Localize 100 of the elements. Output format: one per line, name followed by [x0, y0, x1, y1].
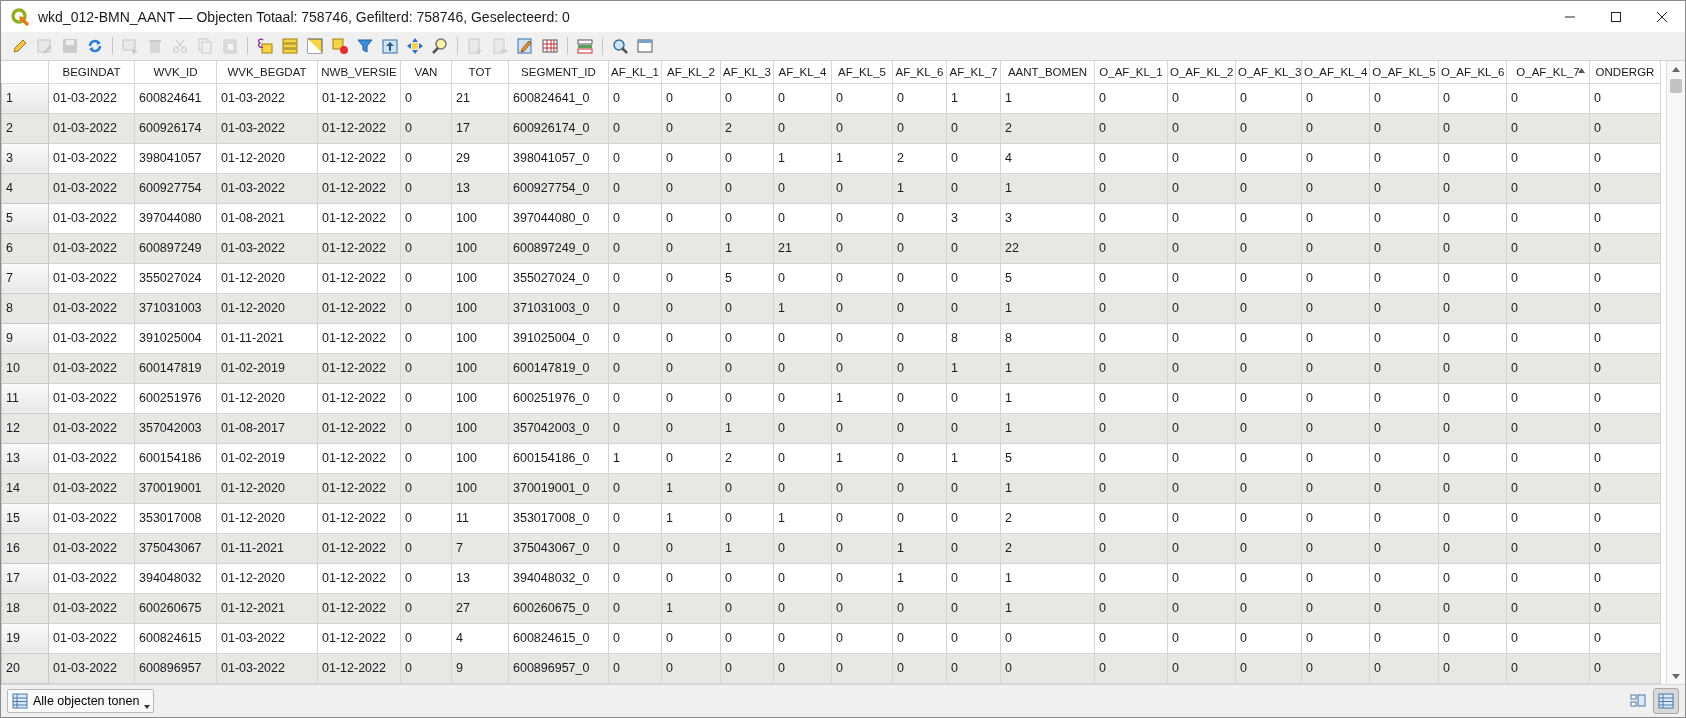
stacked-bars-button[interactable] [279, 35, 301, 57]
table-cell: 0 [1438, 563, 1507, 593]
table-cell: 0 [1589, 443, 1661, 473]
column-header[interactable]: AF_KL_5 [831, 61, 893, 83]
table-cell: 100 [451, 383, 509, 413]
row-header[interactable]: 2 [1, 113, 49, 143]
column-header[interactable]: ONDERGR [1589, 61, 1661, 83]
table-cell: 1 [1000, 83, 1095, 113]
column-header[interactable]: AF_KL_2 [661, 61, 721, 83]
table-cell: 100 [451, 233, 509, 263]
scroll-up-icon[interactable] [1672, 66, 1680, 72]
table-cell: 1 [1000, 173, 1095, 203]
table-cell: 01-03-2022 [216, 233, 318, 263]
row-header[interactable]: 7 [1, 263, 49, 293]
table-cell: 1 [892, 173, 947, 203]
column-header[interactable]: AF_KL_4 [773, 61, 832, 83]
column-header[interactable]: AF_KL_6 [892, 61, 947, 83]
table-cell: 100 [451, 263, 509, 293]
table-cell: 0 [608, 143, 662, 173]
table-cell: 0 [608, 203, 662, 233]
row-header[interactable]: 17 [1, 563, 49, 593]
table-cell: 0 [1235, 173, 1302, 203]
row-header[interactable]: 8 [1, 293, 49, 323]
column-header[interactable]: VAN [400, 61, 452, 83]
table-cell: 0 [1167, 293, 1236, 323]
table-cell: 01-12-2022 [317, 623, 401, 653]
table-cell: 1 [661, 593, 721, 623]
table-cell: 0 [1167, 233, 1236, 263]
column-header[interactable]: O_AF_KL_5 [1369, 61, 1439, 83]
table-cell: 375043067 [134, 533, 217, 563]
row-header[interactable]: 19 [1, 623, 49, 653]
table-cell: 0 [773, 413, 832, 443]
row-header[interactable]: 4 [1, 173, 49, 203]
table-cell: 0 [831, 533, 893, 563]
column-header[interactable]: AANT_BOMEN [1000, 61, 1095, 83]
column-header[interactable]: O_AF_KL_1 [1094, 61, 1168, 83]
column-header[interactable]: WVK_BEGDAT [216, 61, 318, 83]
table-cell: 600824641 [134, 83, 217, 113]
column-header[interactable]: O_AF_KL_7 [1506, 61, 1590, 83]
split-square-button[interactable] [304, 35, 326, 57]
row-header[interactable]: 10 [1, 353, 49, 383]
table-cell: 600260675_0 [508, 593, 609, 623]
table-cell: 0 [1167, 263, 1236, 293]
row-header[interactable]: 6 [1, 233, 49, 263]
table-cell: 2 [720, 113, 774, 143]
table-cell: 0 [608, 503, 662, 533]
table-cell: 0 [831, 353, 893, 383]
deselect-button[interactable] [329, 35, 351, 57]
row-header[interactable]: 18 [1, 593, 49, 623]
table-cell: 0 [946, 233, 1001, 263]
table-cell: 1 [720, 533, 774, 563]
table-cell: 0 [720, 323, 774, 353]
row-header[interactable]: 1 [1, 83, 49, 113]
table-cell: 01-02-2019 [216, 353, 318, 383]
table-view-button[interactable] [1653, 688, 1679, 714]
table-cell: 0 [661, 323, 721, 353]
table-cell: 375043067_0 [508, 533, 609, 563]
pencil-icon [11, 37, 29, 55]
row-header[interactable]: 16 [1, 533, 49, 563]
table-cell: 5 [1000, 263, 1095, 293]
table-column-minus-icon [491, 37, 509, 55]
table-cell: 0 [1438, 293, 1507, 323]
table-cell: 01-12-2020 [216, 503, 318, 533]
column-header[interactable]: AF_KL_1 [608, 61, 662, 83]
column-header[interactable]: O_AF_KL_2 [1167, 61, 1236, 83]
row-header[interactable]: 3 [1, 143, 49, 173]
table-cell: 0 [720, 173, 774, 203]
table-cell: 5 [720, 263, 774, 293]
table-cell: 01-12-2022 [317, 173, 401, 203]
row-header[interactable]: 15 [1, 503, 49, 533]
column-header[interactable]: AF_KL_3 [720, 61, 774, 83]
scroll-down-icon[interactable] [1672, 673, 1680, 679]
filter-dropdown-button[interactable]: Alle objecten tonen [7, 689, 155, 713]
column-header[interactable]: WVK_ID [134, 61, 217, 83]
filter-icon [356, 37, 374, 55]
row-header[interactable]: 14 [1, 473, 49, 503]
table-cell: 371031003_0 [508, 293, 609, 323]
row-header[interactable]: 20 [1, 653, 49, 683]
row-header[interactable]: 12 [1, 413, 49, 443]
table-cell: 01-03-2022 [48, 203, 135, 233]
column-header[interactable]: BEGINDAT [48, 61, 135, 83]
row-header[interactable]: 11 [1, 383, 49, 413]
row-header[interactable]: 5 [1, 203, 49, 233]
table-cell: 0 [831, 293, 893, 323]
row-header[interactable]: 9 [1, 323, 49, 353]
table-cell: 0 [1506, 533, 1590, 563]
column-header[interactable]: TOT [451, 61, 509, 83]
column-header[interactable]: O_AF_KL_3 [1235, 61, 1302, 83]
row-header[interactable]: 13 [1, 443, 49, 473]
table-cell: 0 [1167, 173, 1236, 203]
scrollbar-thumb[interactable] [1670, 79, 1682, 93]
table-cell: 0 [1369, 353, 1439, 383]
column-header[interactable]: NWB_VERSIE [317, 61, 401, 83]
table-cell: 0 [1589, 143, 1661, 173]
table-cell: 0 [1094, 503, 1168, 533]
column-header[interactable]: SEGMENT_ID [508, 61, 609, 83]
column-header[interactable]: O_AF_KL_6 [1438, 61, 1507, 83]
column-header[interactable]: AF_KL_7 [946, 61, 1001, 83]
vertical-scrollbar[interactable] [1666, 61, 1685, 684]
column-header[interactable]: O_AF_KL_4 [1301, 61, 1370, 83]
